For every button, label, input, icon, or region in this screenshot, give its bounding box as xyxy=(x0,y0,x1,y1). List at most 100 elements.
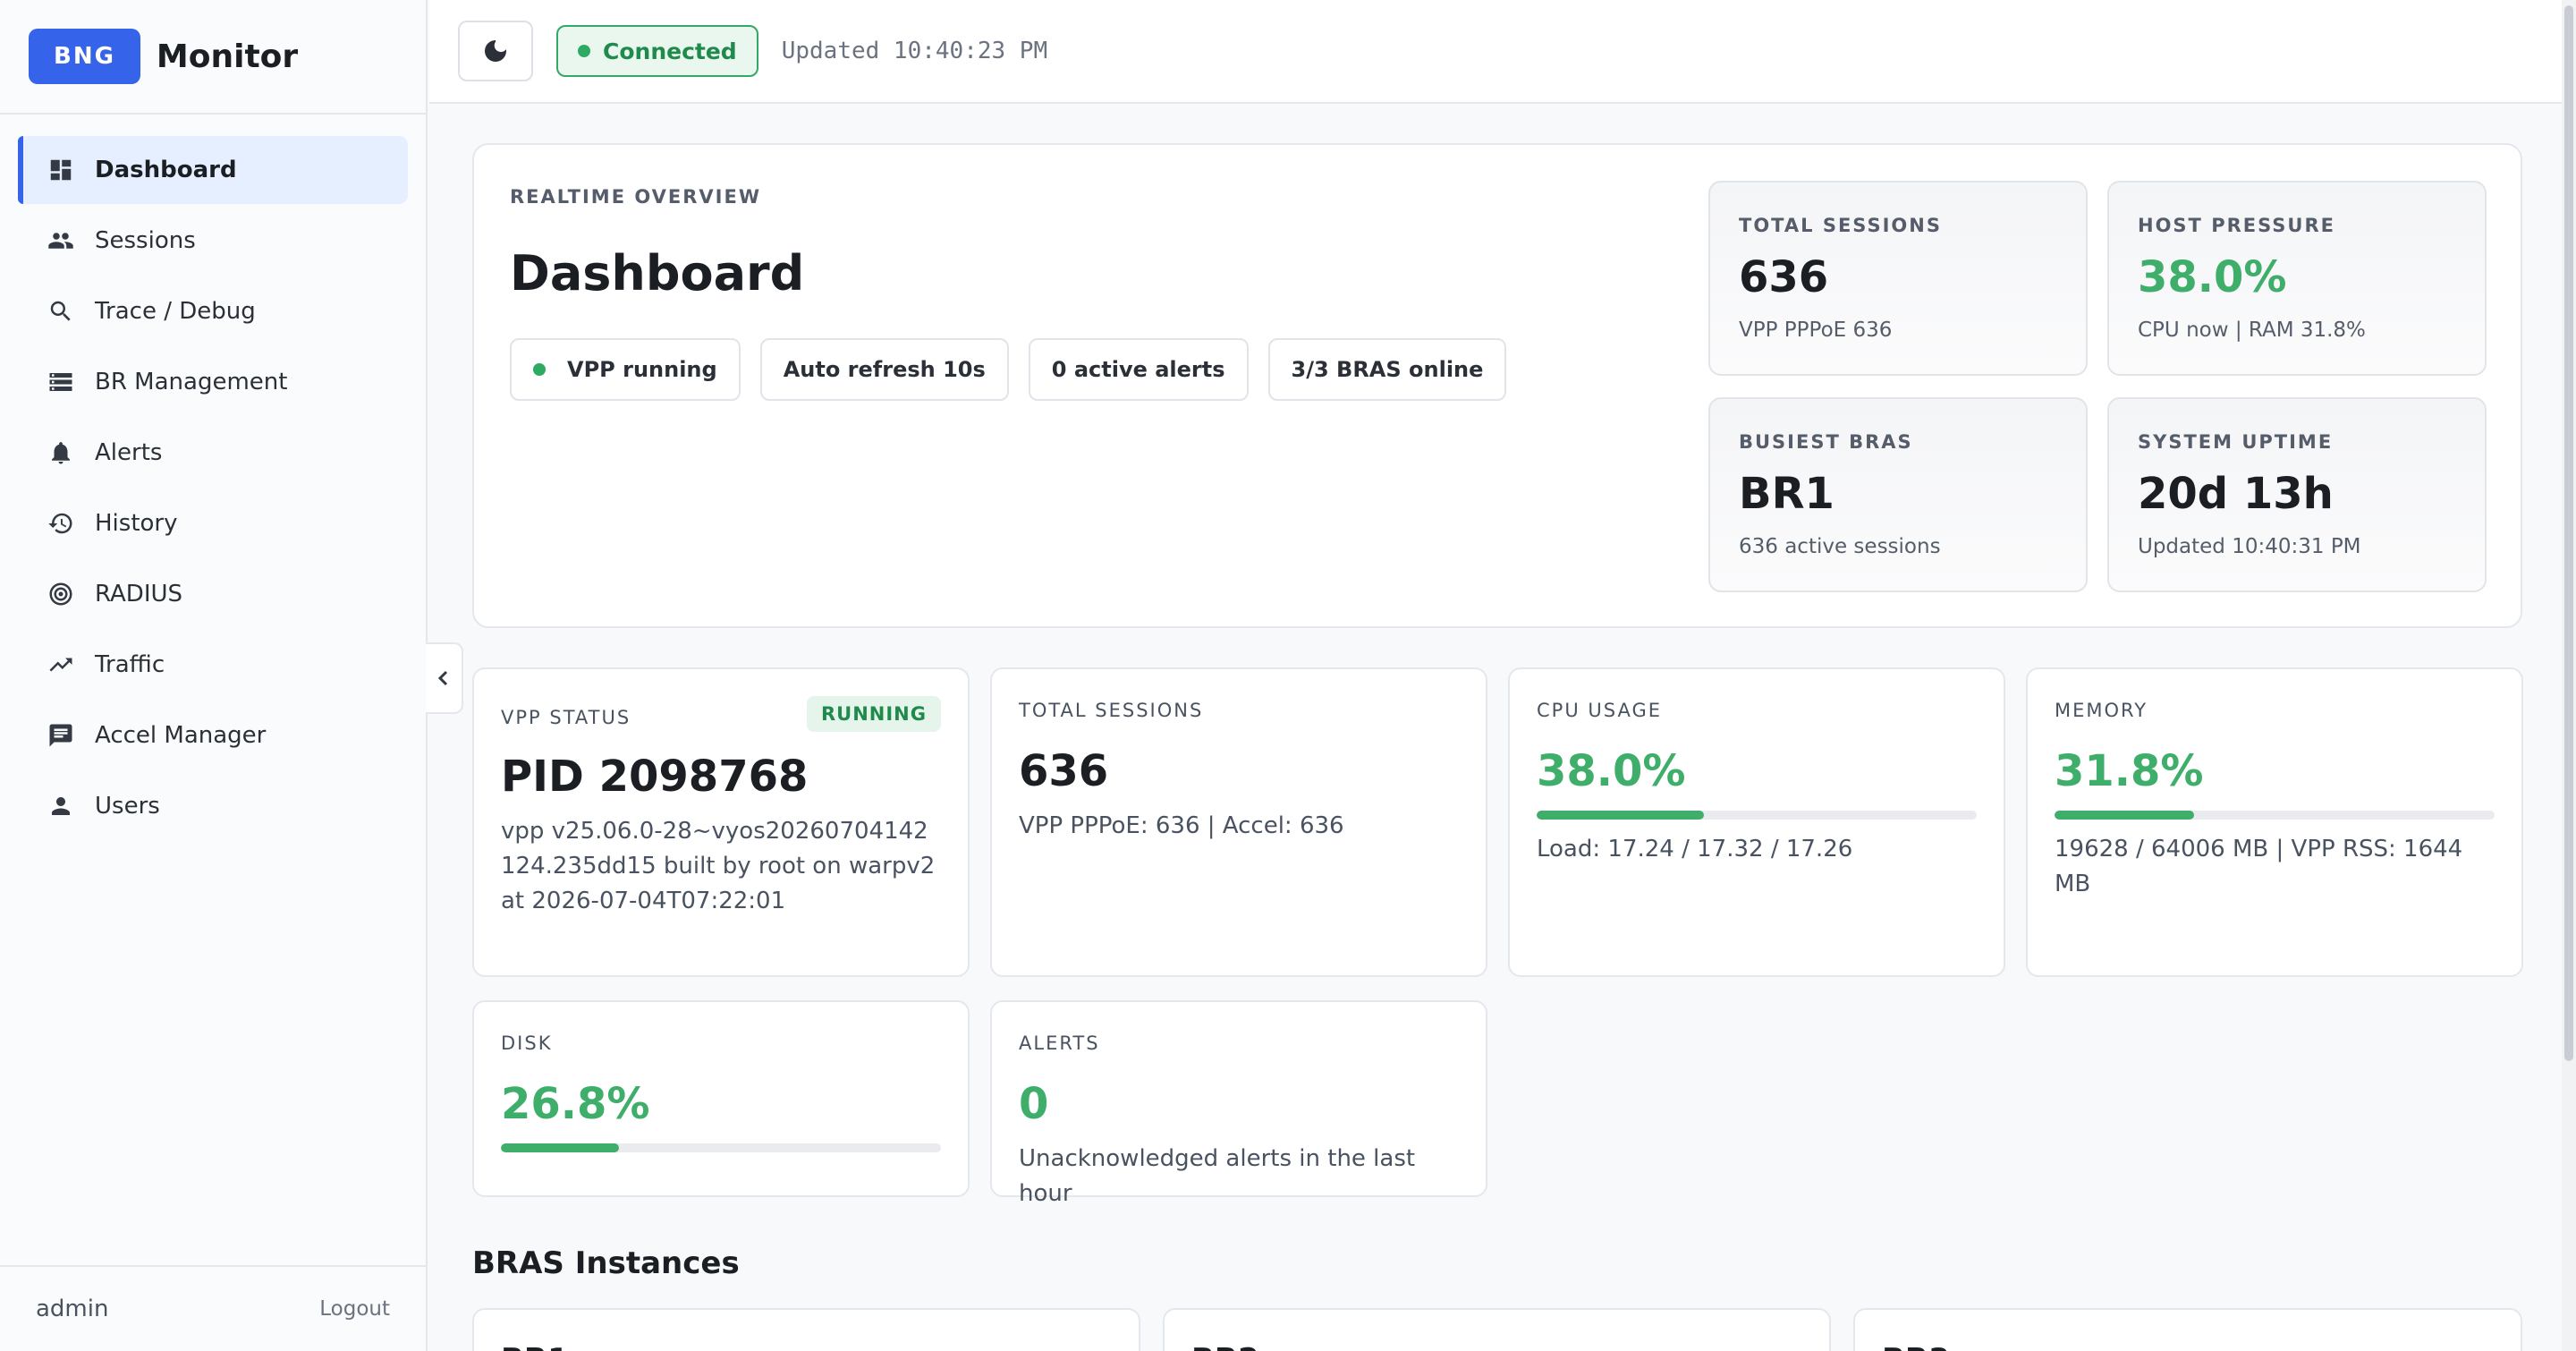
sidebar-item-users[interactable]: Users xyxy=(18,772,408,840)
bras-online-pill: 3/3 BRAS online xyxy=(1267,338,1507,401)
sidebar-item-label: Dashboard xyxy=(95,157,237,183)
card-value: 0 xyxy=(1019,1079,1049,1129)
sidebar-nav: Dashboard Sessions Trace / Debug BR Mana… xyxy=(0,115,426,840)
last-updated: Updated 10:40:23 PM xyxy=(781,38,1048,64)
vpp-running-pill: VPP running xyxy=(510,338,741,401)
sidebar-item-label: Users xyxy=(95,793,160,820)
card-label: CPU USAGE xyxy=(1537,700,1663,721)
theme-toggle-button[interactable] xyxy=(458,21,533,81)
card-sub: Load: 17.24 / 17.32 / 17.26 xyxy=(1537,836,1853,862)
sidebar: BNG Monitor Dashboard Sessions Trace / D… xyxy=(0,0,428,1351)
page-title: Dashboard xyxy=(510,245,805,302)
total-sessions-card: TOTAL SESSIONS 636 VPP PPPoE: 636 | Acce… xyxy=(990,667,1487,977)
status-pills: VPP running Auto refresh 10s 0 active al… xyxy=(510,338,1507,401)
logout-button[interactable]: Logout xyxy=(319,1297,390,1321)
stat-label: HOST PRESSURE xyxy=(2138,215,2335,236)
status-badge: RUNNING xyxy=(807,696,941,732)
card-sub: vpp v25.06.0-28~vyos20260704142124.235dd… xyxy=(501,818,936,914)
topbar: Connected Updated 10:40:23 PM xyxy=(429,0,2576,104)
trending-icon xyxy=(47,650,75,679)
stat-sub: Updated 10:40:31 PM xyxy=(2138,535,2361,558)
stat-host-pressure: HOST PRESSURE 38.0% CPU now | RAM 31.8% xyxy=(2107,181,2487,376)
sidebar-item-history[interactable]: History xyxy=(18,489,408,557)
card-sub: 19628 / 64006 MB | VPP RSS: 1644 MB xyxy=(2055,836,2463,897)
status-dot xyxy=(533,363,546,376)
card-value: 31.8% xyxy=(2055,746,2204,796)
bras-name: BR1 xyxy=(501,1342,1112,1351)
card-label: TOTAL SESSIONS xyxy=(1019,700,1204,721)
pill-label: VPP running xyxy=(567,357,717,382)
bras-name: BR3 xyxy=(1882,1342,2494,1351)
stat-sub: 636 active sessions xyxy=(1739,535,1941,558)
memory-progress-bar xyxy=(2055,811,2495,820)
progress-fill xyxy=(501,1143,619,1152)
sidebar-item-label: Sessions xyxy=(95,227,196,254)
alerts-card: ALERTS 0 Unacknowledged alerts in the la… xyxy=(990,1000,1487,1207)
status-dot xyxy=(578,45,590,57)
sidebar-item-accel-manager[interactable]: Accel Manager xyxy=(18,701,408,769)
sidebar-item-br-management[interactable]: BR Management xyxy=(18,348,408,416)
card-value: PID 2098768 xyxy=(501,752,809,802)
chevron-left-icon xyxy=(437,670,448,686)
history-icon xyxy=(47,509,75,538)
sidebar-item-traffic[interactable]: Traffic xyxy=(18,631,408,699)
sidebar-item-label: Trace / Debug xyxy=(95,298,256,325)
realtime-overview: REALTIME OVERVIEW Dashboard VPP running … xyxy=(472,143,2522,628)
sidebar-footer: admin Logout xyxy=(0,1265,426,1351)
sidebar-item-label: BR Management xyxy=(95,369,288,395)
people-icon xyxy=(47,226,75,255)
bell-icon xyxy=(47,438,75,467)
sidebar-item-label: RADIUS xyxy=(95,581,183,608)
card-label: MEMORY xyxy=(2055,700,2148,721)
bras-card-br1[interactable]: BR1 xyxy=(472,1308,1140,1351)
disk-progress-bar xyxy=(501,1143,941,1152)
sidebar-item-alerts[interactable]: Alerts xyxy=(18,419,408,487)
cpu-progress-bar xyxy=(1537,811,1977,820)
stat-system-uptime: SYSTEM UPTIME 20d 13h Updated 10:40:31 P… xyxy=(2107,397,2487,592)
stat-total-sessions: TOTAL SESSIONS 636 VPP PPPoE 636 xyxy=(1708,181,2088,376)
auto-refresh-pill: Auto refresh 10s xyxy=(759,338,1009,401)
card-sub: VPP PPPoE: 636 | Accel: 636 xyxy=(1019,812,1344,839)
stat-label: TOTAL SESSIONS xyxy=(1739,215,1942,236)
sidebar-item-sessions[interactable]: Sessions xyxy=(18,207,408,275)
sidebar-item-dashboard[interactable]: Dashboard xyxy=(18,136,408,204)
brand[interactable]: BNG Monitor xyxy=(0,0,426,115)
card-value: 26.8% xyxy=(501,1079,650,1129)
stat-value: 20d 13h xyxy=(2138,469,2334,519)
bras-card-br2[interactable]: BR2 xyxy=(1163,1308,1831,1351)
current-user: admin xyxy=(36,1296,109,1322)
progress-fill xyxy=(2055,811,2195,820)
stat-sub: VPP PPPoE 636 xyxy=(1739,319,1893,342)
card-sub: Unacknowledged alerts in the last hour xyxy=(1019,1145,1416,1207)
search-icon xyxy=(47,297,75,326)
connection-status-badge: Connected xyxy=(556,25,758,77)
bras-card-br3[interactable]: BR3 xyxy=(1853,1308,2522,1351)
connection-status-label: Connected xyxy=(603,38,737,64)
card-label: DISK xyxy=(501,1032,553,1054)
stat-value: BR1 xyxy=(1739,469,1835,519)
card-label: ALERTS xyxy=(1019,1032,1100,1054)
sidebar-item-label: Traffic xyxy=(95,651,165,678)
collapse-sidebar-button[interactable] xyxy=(426,642,463,714)
stat-sub: CPU now | RAM 31.8% xyxy=(2138,319,2366,342)
sidebar-item-label: Alerts xyxy=(95,439,163,466)
bras-instances-title: BRAS Instances xyxy=(472,1245,740,1281)
card-value: 636 xyxy=(1019,746,1109,796)
moon-icon xyxy=(485,40,506,62)
stat-value: 38.0% xyxy=(2138,252,2287,302)
scrollbar-thumb[interactable] xyxy=(2564,5,2573,1061)
stat-busiest-bras: BUSIEST BRAS BR1 636 active sessions xyxy=(1708,397,2088,592)
dashboard-icon xyxy=(47,156,75,184)
brand-name: Monitor xyxy=(156,38,299,75)
page-scrollbar[interactable] xyxy=(2562,0,2576,1351)
stat-label: BUSIEST BRAS xyxy=(1739,431,1913,453)
sidebar-item-trace-debug[interactable]: Trace / Debug xyxy=(18,277,408,345)
brand-badge: BNG xyxy=(29,29,140,84)
active-alerts-pill: 0 active alerts xyxy=(1028,338,1249,401)
stat-label: SYSTEM UPTIME xyxy=(2138,431,2334,453)
person-icon xyxy=(47,792,75,820)
bras-name: BR2 xyxy=(1191,1342,1802,1351)
sidebar-item-radius[interactable]: RADIUS xyxy=(18,560,408,628)
stat-value: 636 xyxy=(1739,252,1829,302)
sidebar-item-label: History xyxy=(95,510,178,537)
